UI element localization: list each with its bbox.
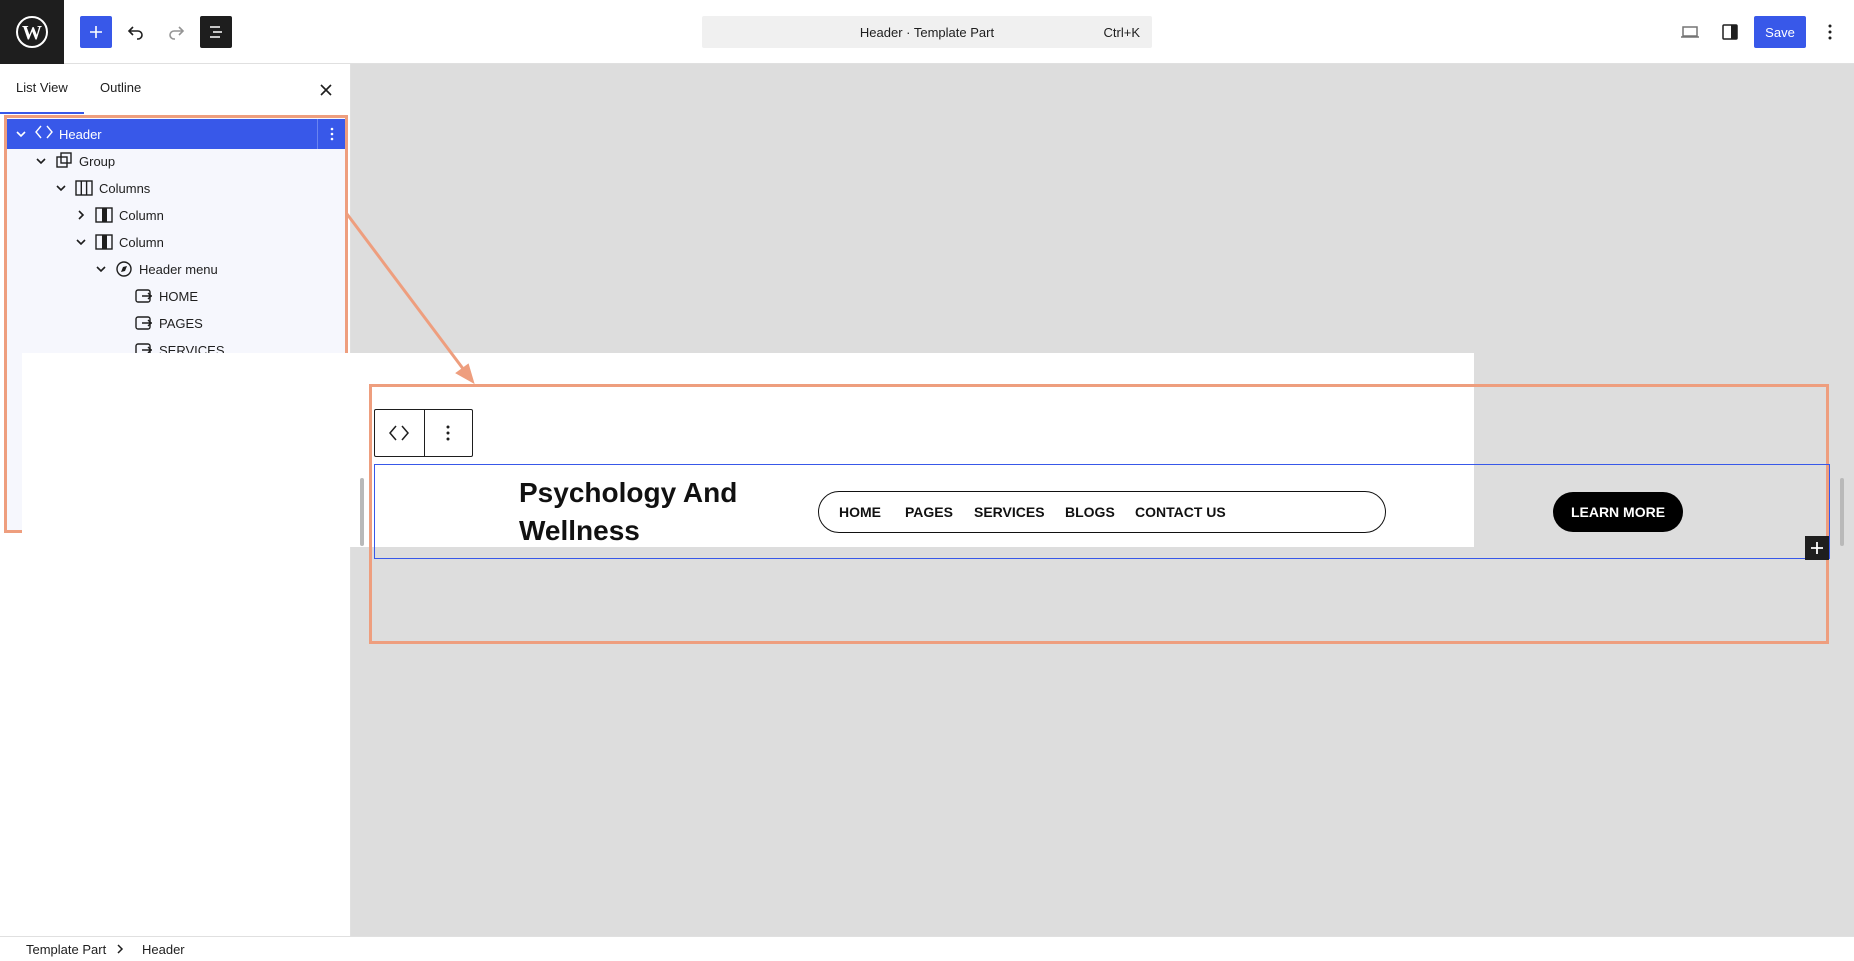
plus-icon	[1811, 542, 1823, 554]
settings-sidebar-button[interactable]	[1714, 16, 1746, 48]
list-view-item-label: Header	[59, 126, 102, 142]
redo-icon	[169, 26, 185, 40]
chevron-down-icon[interactable]	[13, 119, 29, 149]
command-shortcut: Ctrl+K	[1103, 25, 1140, 40]
link-icon	[133, 281, 155, 311]
list-view-item-column[interactable]: Column	[7, 200, 345, 230]
command-palette-bar[interactable]: Header · Template Part Ctrl+K	[702, 16, 1152, 48]
undo-button[interactable]	[120, 16, 152, 48]
nav-item-services[interactable]: SERVICES	[974, 492, 1045, 532]
resize-handle-left[interactable]	[360, 478, 364, 546]
list-view-item-label: Column	[119, 207, 164, 223]
navigation-menu: HOME PAGES SERVICES BLOGS CONTACT US	[818, 491, 1386, 533]
breadcrumb-header: Header	[142, 942, 185, 957]
chevron-right-icon	[115, 942, 125, 956]
tab-list-view[interactable]: List View	[0, 64, 84, 114]
list-view-item-label: Columns	[99, 180, 151, 196]
sidebar-tabs: List View Outline	[0, 64, 350, 114]
resize-handle-right[interactable]	[1840, 478, 1844, 546]
document-title: Header · Template Part	[859, 25, 995, 40]
block-toolbar	[374, 409, 473, 457]
sidebar-icon	[1722, 24, 1738, 40]
wordpress-logo-button[interactable]: W	[0, 0, 64, 64]
block-inserter-button[interactable]	[80, 16, 112, 48]
list-view-item-header[interactable]: Header	[7, 119, 345, 149]
options-menu-button[interactable]	[1814, 16, 1846, 48]
desktop-icon	[1681, 26, 1699, 38]
link-icon	[133, 308, 155, 338]
column-icon	[93, 200, 115, 230]
editor-topbar: W Header · Template Part Ctrl+K Save	[0, 0, 1854, 64]
undo-icon	[127, 26, 143, 40]
more-vertical-icon	[1828, 24, 1832, 40]
list-view-item-header-menu[interactable]: Header menu	[7, 254, 345, 284]
list-view-item-home[interactable]: HOME	[7, 281, 345, 311]
close-icon	[320, 84, 332, 96]
columns-icon	[73, 173, 95, 203]
list-view-item-label: Header menu	[139, 261, 218, 277]
template-part-icon	[389, 425, 410, 441]
svg-text:W: W	[22, 22, 42, 44]
list-view-item-label: HOME	[159, 288, 198, 304]
list-view-item-pages[interactable]: PAGES	[7, 308, 345, 338]
chevron-down-icon[interactable]	[93, 254, 109, 284]
annotation-arrow	[345, 213, 475, 385]
chevron-right-icon[interactable]	[73, 200, 89, 230]
plus-icon	[90, 26, 102, 38]
list-view-icon	[210, 26, 222, 38]
chevron-down-icon[interactable]	[33, 146, 49, 176]
block-appender-button[interactable]	[1805, 536, 1829, 560]
breadcrumb-template-part[interactable]: Template Part	[26, 942, 106, 957]
site-title[interactable]: Psychology And Wellness	[519, 474, 779, 550]
wordpress-icon: W	[16, 16, 48, 48]
list-view-item-columns[interactable]: Columns	[7, 173, 345, 203]
list-view-item-group[interactable]: Group	[7, 146, 345, 176]
nav-item-contact[interactable]: CONTACT US	[1135, 492, 1226, 532]
list-view-item-label: Column	[119, 234, 164, 250]
save-button[interactable]: Save	[1754, 16, 1806, 48]
more-vertical-icon	[446, 425, 450, 441]
list-view-options-button[interactable]	[317, 119, 345, 149]
close-sidebar-button[interactable]	[314, 78, 338, 102]
list-view-item-label: Group	[79, 153, 116, 169]
block-type-button[interactable]	[375, 410, 424, 456]
document-overview-button[interactable]	[200, 16, 232, 48]
nav-item-home[interactable]: HOME	[839, 492, 881, 532]
list-view-item-label: PAGES	[159, 315, 203, 331]
nav-item-blogs[interactable]: BLOGS	[1065, 492, 1115, 532]
nav-item-pages[interactable]: PAGES	[905, 492, 953, 532]
view-device-button[interactable]	[1674, 16, 1706, 48]
chevron-down-icon[interactable]	[53, 173, 69, 203]
navigation-icon	[113, 254, 135, 284]
chevron-down-icon[interactable]	[73, 227, 89, 257]
tab-outline[interactable]: Outline	[84, 64, 157, 114]
template-part-icon	[33, 119, 55, 149]
redo-button[interactable]	[160, 16, 192, 48]
learn-more-button[interactable]: LEARN MORE	[1553, 492, 1683, 532]
block-options-button[interactable]	[423, 410, 473, 456]
column-icon	[93, 227, 115, 257]
list-view-item-column[interactable]: Column	[7, 227, 345, 257]
group-icon	[53, 146, 75, 176]
more-vertical-icon	[330, 127, 333, 141]
block-breadcrumb: Template Part Header	[0, 936, 1854, 961]
